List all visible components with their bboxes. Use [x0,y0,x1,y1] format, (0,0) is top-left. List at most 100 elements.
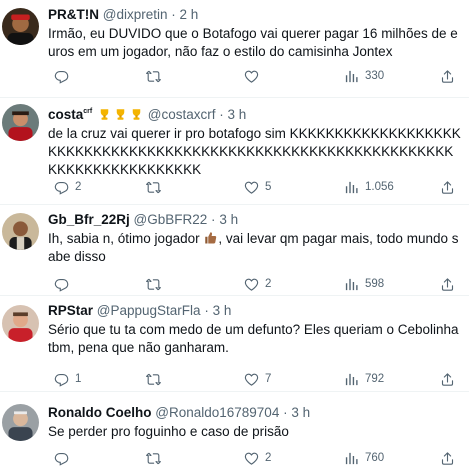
share-button[interactable] [440,66,455,86]
tweet-text: de la cruz vai querer ir pro botafogo si… [48,126,461,177]
tweet[interactable]: costacrf @costaxcrf · 3 h de la cruz vai… [0,98,469,205]
author-name[interactable]: PR&T!N [48,7,99,22]
view-count: 330 [365,70,385,82]
author-name-suffix: crf [83,108,93,115]
retweet-button[interactable] [146,274,167,294]
views-button[interactable]: 792 [344,369,384,389]
avatar[interactable] [2,104,39,141]
tweet-text: Se perder pro foguinho e caso de prisão [48,424,289,439]
share-button[interactable] [440,177,455,197]
heart-icon [244,180,259,195]
like-button[interactable]: 5 [244,177,271,197]
heart-icon [244,451,259,466]
views-button[interactable]: 1.056 [344,177,394,197]
tweet[interactable]: Gb_Bfr_22Rj @GbBFR22 · 3 h Ih, sabia n, … [0,205,469,296]
author-handle[interactable]: @GbBFR22 [134,212,208,227]
like-button[interactable]: 2 [244,274,271,294]
like-button[interactable] [244,66,265,86]
timestamp[interactable]: 3 h [219,212,238,227]
share-icon [440,180,455,195]
reply-button[interactable]: 1 [54,369,81,389]
tweet[interactable]: Ronaldo Coelho @Ronaldo16789704 · 3 h Se… [0,392,469,473]
retweet-button[interactable] [146,448,167,468]
share-button[interactable] [440,448,455,468]
author-name[interactable]: Gb_Bfr_22Rj [48,212,130,227]
like-button[interactable]: 2 [244,448,271,468]
tweet-header: costacrf @costaxcrf · 3 h [48,103,461,124]
heart-icon [244,372,259,387]
like-button[interactable]: 7 [244,369,271,389]
reply-button[interactable] [54,274,75,294]
heart-icon [244,277,259,292]
trophy-emoji-icon [100,109,109,120]
share-icon [440,372,455,387]
avatar[interactable] [2,404,39,441]
tweet-header: RPStar @PappugStarFla · 3 h [48,302,461,320]
avatar[interactable] [2,305,39,342]
view-count: 598 [365,278,385,290]
trophy-emoji-icon [116,109,125,120]
separator-dot: · [211,212,216,227]
views-chart-icon [344,69,359,84]
thumbs-up-emoji-icon [205,232,217,244]
views-button[interactable]: 598 [344,274,384,294]
like-count: 7 [265,373,272,385]
share-icon [440,69,455,84]
tweet[interactable]: PR&T!N @dixpretin · 2 h Irmão, eu DUVIDO… [0,0,469,98]
trophy-emoji-icon [132,109,141,120]
heart-icon [244,69,259,84]
author-handle[interactable]: @Ronaldo16789704 [155,405,279,420]
view-count: 792 [365,373,385,385]
like-count: 2 [265,278,272,290]
author-name-text: costa [48,107,84,122]
like-count: 2 [265,452,272,464]
timestamp[interactable]: 3 h [291,405,310,420]
views-chart-icon [344,180,359,195]
separator-dot: · [204,303,209,318]
reply-button[interactable] [54,66,75,86]
views-chart-icon [344,277,359,292]
tweet-text: Irmão, eu DUVIDO que o Botafogo vai quer… [48,26,458,59]
tweet[interactable]: RPStar @PappugStarFla · 3 h Sério que tu… [0,296,469,392]
action-bar: 330 [48,66,460,86]
reply-button[interactable]: 2 [54,177,81,197]
reply-icon [54,372,69,387]
reply-button[interactable] [54,448,75,468]
action-bar: 2 5 1.056 [48,177,460,197]
separator-dot: · [283,405,288,420]
action-bar: 2 760 [48,448,460,468]
separator-dot: · [171,7,176,22]
reply-icon [54,69,69,84]
reply-icon [54,451,69,466]
author-name[interactable]: costacrf [48,107,92,122]
tweet-text-part: Ih, sabia n, ótimo jogador [48,231,200,246]
tweet-header: Ronaldo Coelho @Ronaldo16789704 · 3 h [48,404,461,422]
retweet-button[interactable] [146,369,167,389]
views-button[interactable]: 760 [344,448,384,468]
timestamp[interactable]: 2 h [180,7,199,22]
view-count: 760 [365,452,385,464]
retweet-icon [146,451,161,466]
view-count: 1.056 [365,181,394,193]
share-button[interactable] [440,369,455,389]
avatar[interactable] [2,8,39,45]
author-handle[interactable]: @dixpretin [103,7,168,22]
author-name[interactable]: Ronaldo Coelho [48,405,152,420]
avatar[interactable] [2,213,39,250]
share-button[interactable] [440,274,455,294]
retweet-button[interactable] [146,66,167,86]
author-handle[interactable]: @PappugStarFla [97,303,201,318]
timestamp[interactable]: 3 h [213,303,232,318]
tweet-header: PR&T!N @dixpretin · 2 h [48,6,461,24]
retweet-icon [146,277,161,292]
action-bar: 2 598 [48,274,460,294]
views-button[interactable]: 330 [344,66,384,86]
like-count: 5 [265,181,272,193]
author-name[interactable]: RPStar [48,303,93,318]
author-handle[interactable]: @costaxcrf [148,107,216,122]
views-chart-icon [344,372,359,387]
tweet-header: Gb_Bfr_22Rj @GbBFR22 · 3 h [48,211,461,229]
retweet-button[interactable] [146,177,167,197]
timestamp[interactable]: 3 h [228,107,247,122]
separator-dot: · [219,107,224,122]
